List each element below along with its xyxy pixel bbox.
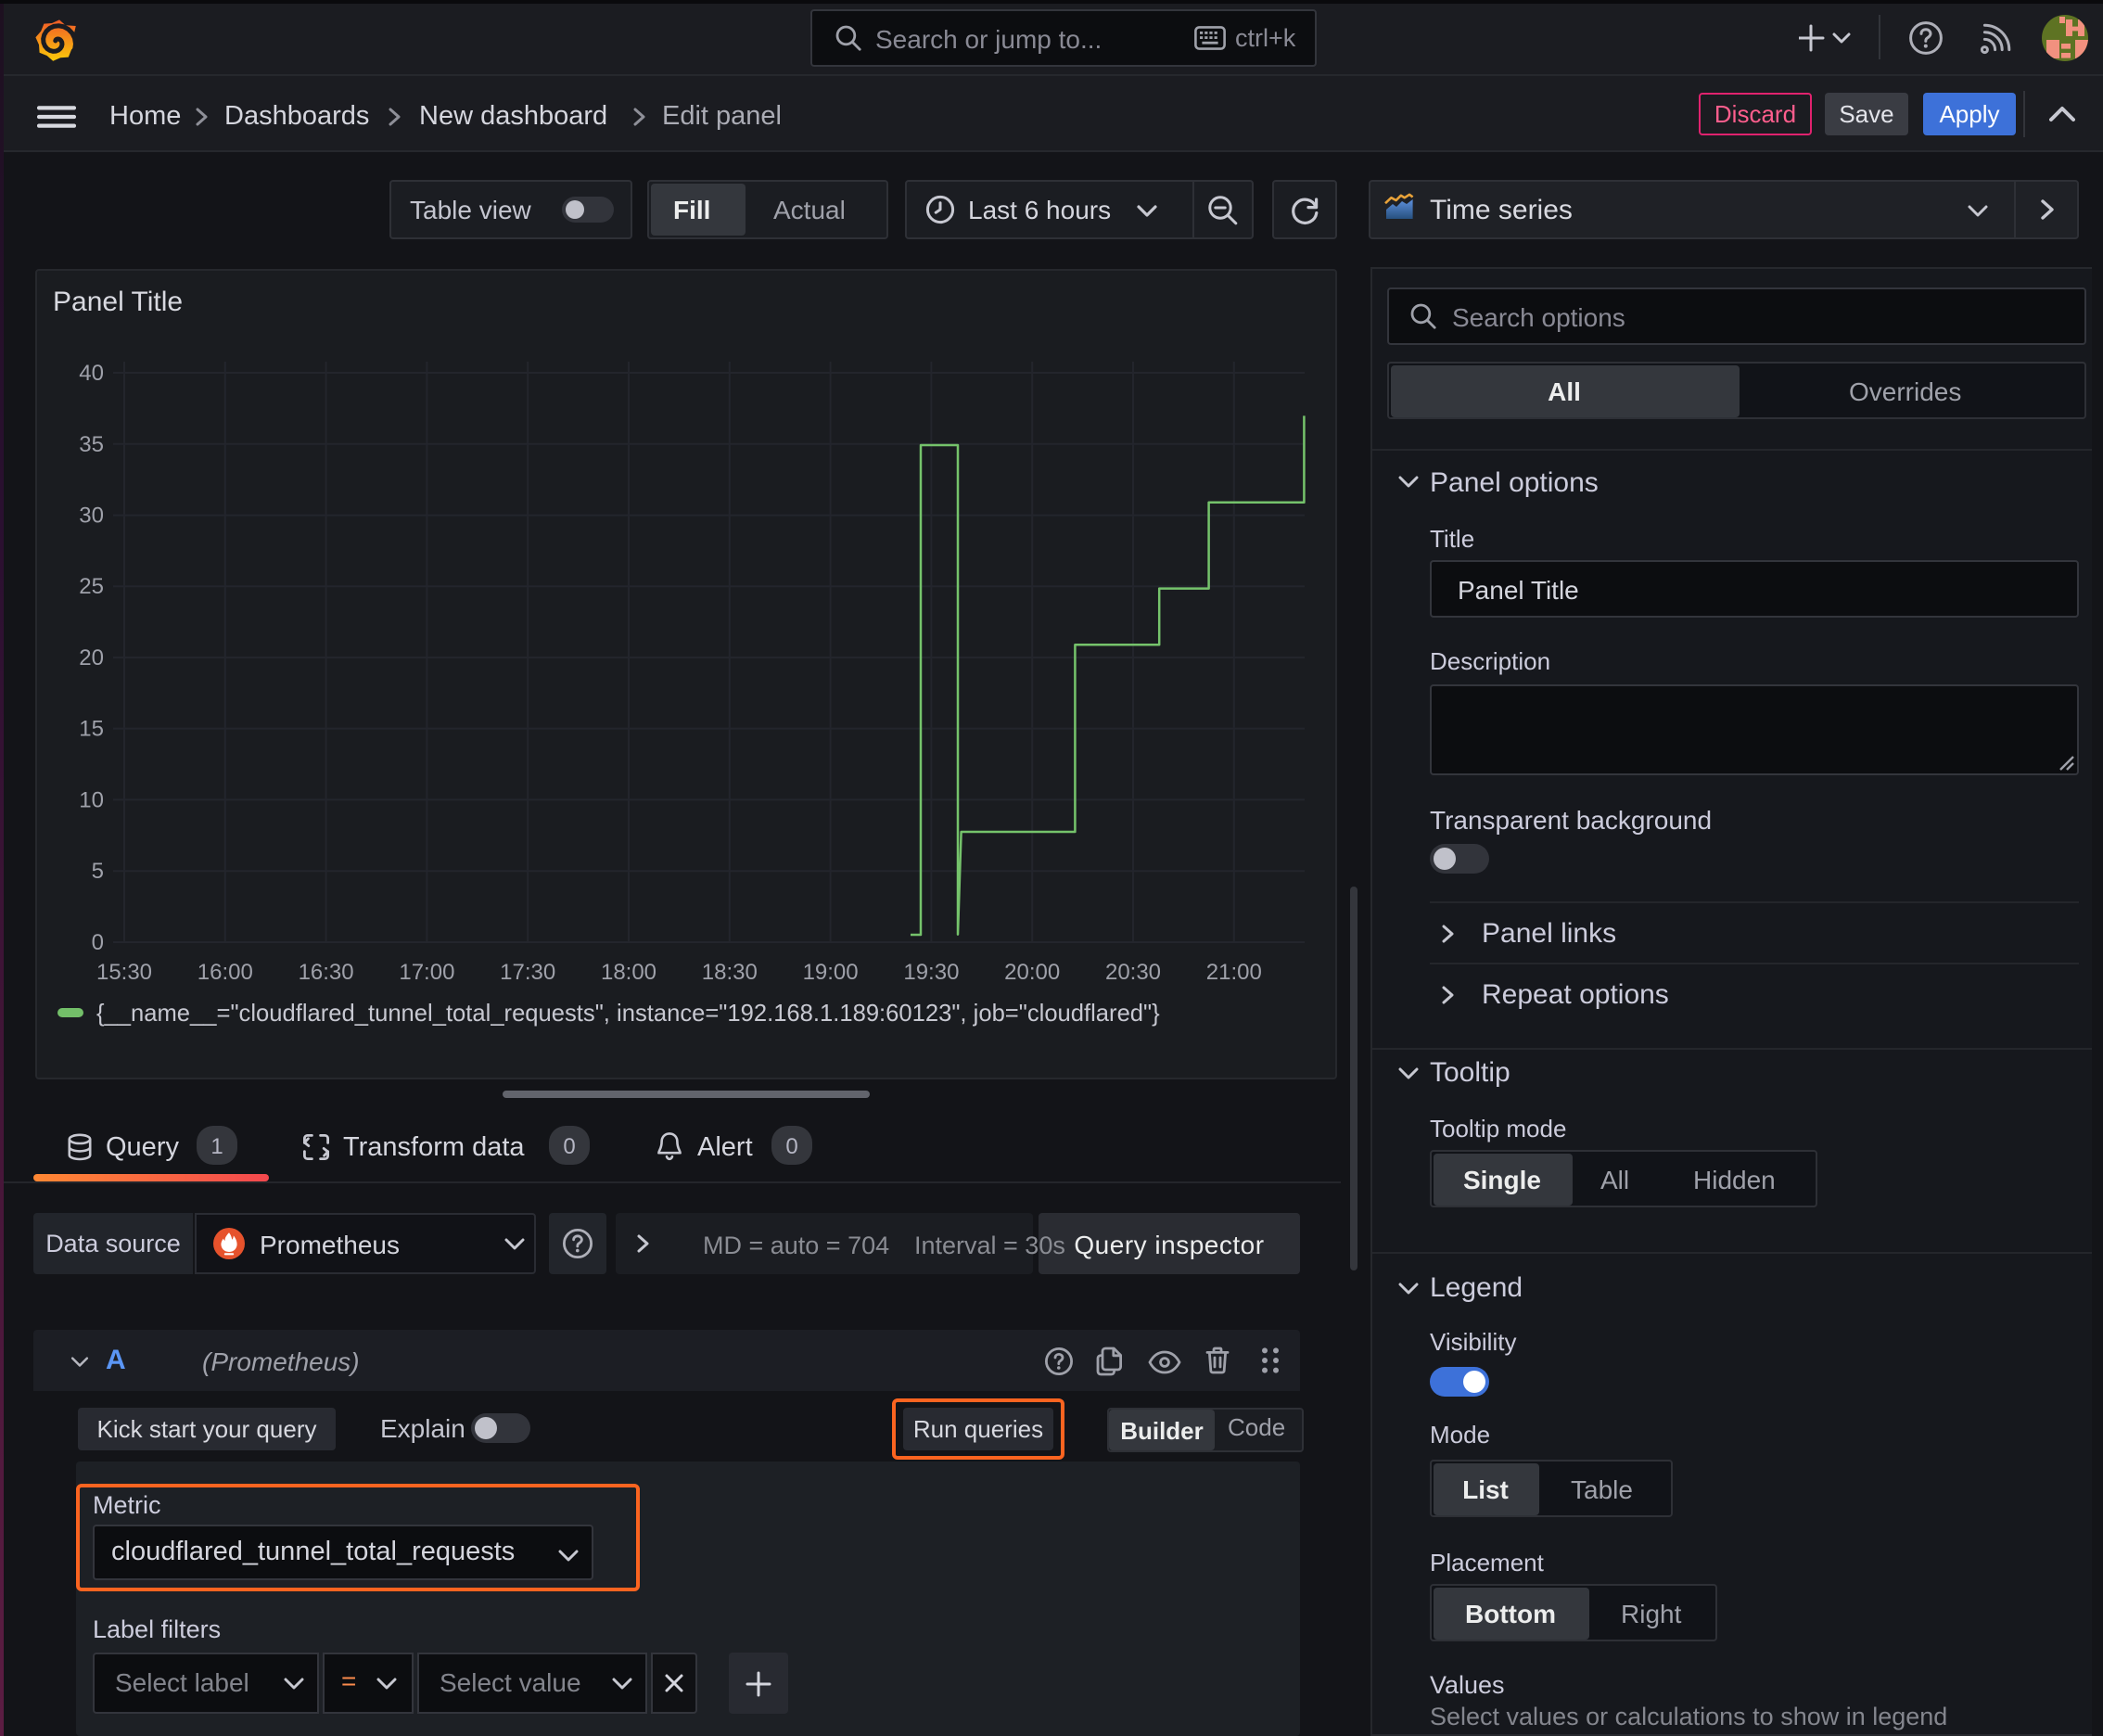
svg-text:5: 5 <box>92 859 104 884</box>
svg-text:17:00: 17:00 <box>399 960 454 985</box>
svg-text:19:30: 19:30 <box>903 960 959 985</box>
svg-text:18:30: 18:30 <box>702 960 758 985</box>
svg-text:20:00: 20:00 <box>1004 960 1060 985</box>
svg-text:20: 20 <box>79 645 104 670</box>
svg-text:16:00: 16:00 <box>198 960 253 985</box>
svg-text:16:30: 16:30 <box>299 960 354 985</box>
svg-text:19:00: 19:00 <box>803 960 859 985</box>
svg-text:10: 10 <box>79 787 104 812</box>
svg-text:15:30: 15:30 <box>96 960 152 985</box>
svg-text:40: 40 <box>79 361 104 386</box>
svg-text:15: 15 <box>79 717 104 742</box>
svg-text:Panel Title: Panel Title <box>53 287 183 317</box>
svg-text:0: 0 <box>92 930 104 955</box>
svg-text:35: 35 <box>79 432 104 457</box>
svg-text:30: 30 <box>79 504 104 529</box>
svg-text:21:00: 21:00 <box>1206 960 1262 985</box>
svg-text:25: 25 <box>79 574 104 599</box>
svg-text:{__name__="cloudflared_tunnel_: {__name__="cloudflared_tunnel_total_requ… <box>96 1001 1160 1027</box>
svg-text:20:30: 20:30 <box>1105 960 1161 985</box>
svg-text:18:00: 18:00 <box>601 960 656 985</box>
svg-text:17:30: 17:30 <box>500 960 555 985</box>
